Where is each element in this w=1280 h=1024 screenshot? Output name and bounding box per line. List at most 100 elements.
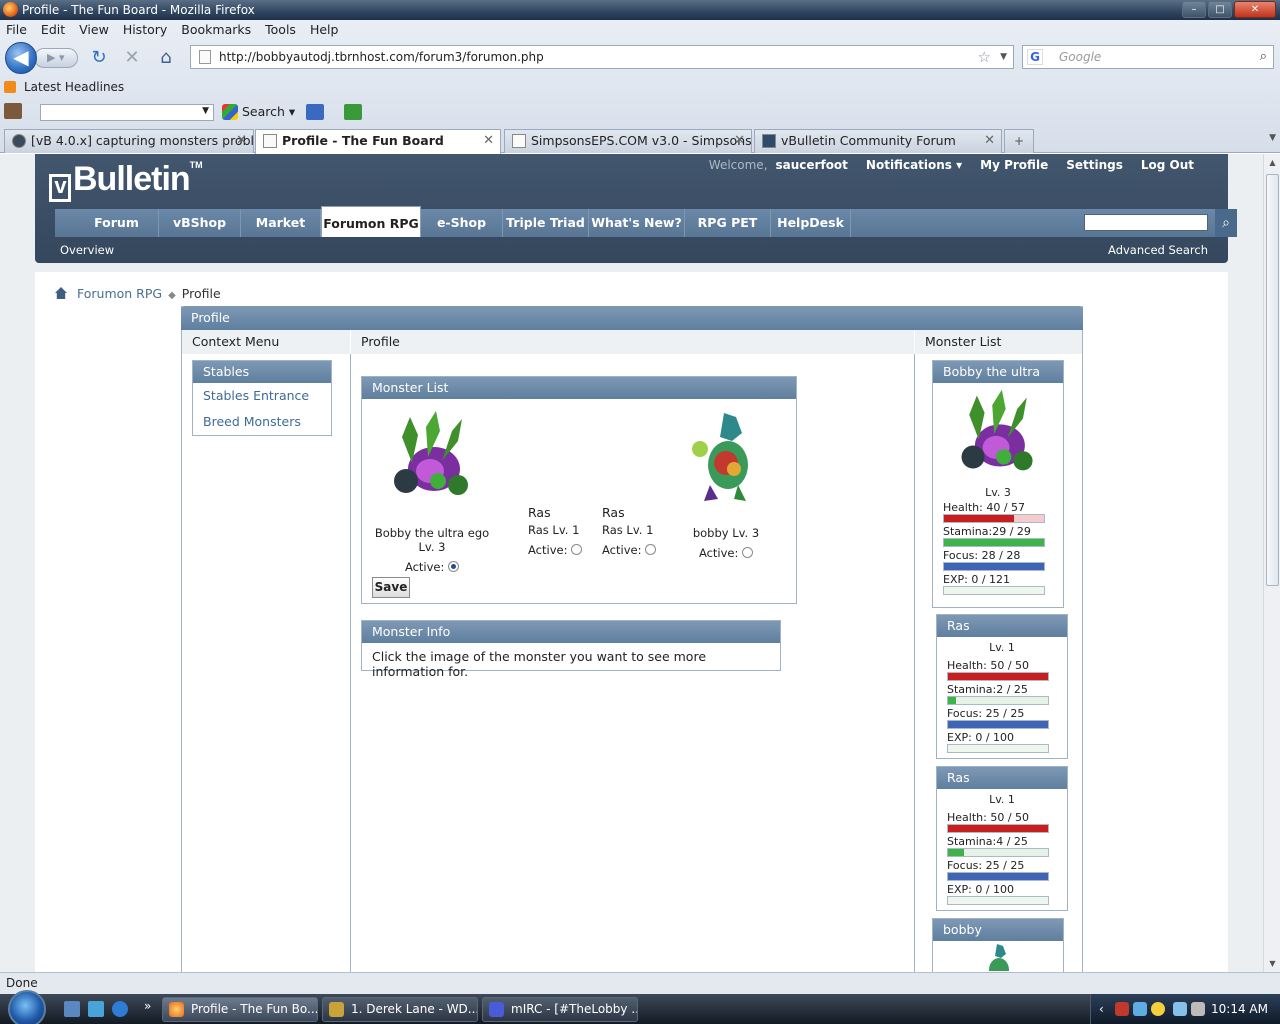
- nav-vbshop[interactable]: vBShop: [159, 209, 241, 237]
- subnav-overview[interactable]: Overview: [60, 240, 114, 260]
- save-button[interactable]: Save: [372, 577, 410, 598]
- log-out-link[interactable]: Log Out: [1141, 158, 1194, 172]
- scrollbar-thumb[interactable]: [1266, 174, 1279, 586]
- nav-triple-triad[interactable]: Triple Triad: [503, 209, 589, 237]
- nav-helpdesk[interactable]: HelpDesk: [771, 209, 851, 237]
- monster-card[interactable]: Bobby the ultra ego Lv. 3 Health: 40 / 5…: [932, 360, 1064, 608]
- hydra-monster-image[interactable]: [950, 383, 1046, 481]
- taskbar-item-mirc[interactable]: mIRC - [#TheLobby ...: [482, 997, 638, 1022]
- tab-vbulletin-community[interactable]: vBulletin Community Forum ✕: [754, 129, 1002, 153]
- taskbar-item-firefox[interactable]: Profile - The Fun Bo...: [162, 997, 318, 1022]
- menu-edit[interactable]: Edit: [41, 20, 65, 40]
- tab-simpsonseps[interactable]: SimpsonsEPS.COM v3.0 - Simpsons... ✕: [504, 129, 752, 153]
- maximize-button[interactable]: □: [1208, 1, 1232, 18]
- network-icon[interactable]: [1173, 1002, 1187, 1016]
- username-link[interactable]: saucerfoot: [776, 158, 848, 172]
- dragon-monster-image[interactable]: [686, 407, 766, 503]
- active-radio[interactable]: [742, 547, 754, 558]
- tray-expand-icon[interactable]: ‹: [1099, 994, 1104, 1024]
- home-icon[interactable]: ⌂: [155, 47, 177, 69]
- stables-entrance-link[interactable]: Stables Entrance: [193, 383, 331, 409]
- headlines-label[interactable]: Latest Headlines: [24, 80, 124, 94]
- switch-windows-icon[interactable]: [88, 1001, 104, 1017]
- stop-icon[interactable]: ✕: [121, 47, 143, 69]
- nav-eshop[interactable]: e-Shop: [421, 209, 503, 237]
- search-bar[interactable]: G Google ⌕: [1022, 45, 1274, 69]
- url-bar[interactable]: http://bobbyautodj.tbrnhost.com/forum3/f…: [190, 45, 1014, 69]
- chart-icon[interactable]: [344, 104, 362, 120]
- close-tab-icon[interactable]: ✕: [734, 130, 745, 152]
- tab-list-icon[interactable]: ▼: [1269, 133, 1276, 143]
- internet-explorer-icon[interactable]: [112, 1001, 128, 1017]
- menu-bookmarks[interactable]: Bookmarks: [181, 20, 251, 40]
- stat-label: EXP: 0 / 100: [947, 731, 1015, 744]
- close-tab-icon[interactable]: ✕: [236, 130, 247, 152]
- tray-app-icon[interactable]: [1115, 1002, 1129, 1016]
- advanced-search-link[interactable]: Advanced Search: [1108, 240, 1208, 260]
- new-tab-button[interactable]: +: [1004, 129, 1034, 153]
- addon-search-button[interactable]: Search ▾: [222, 103, 295, 121]
- monster-card[interactable]: Ras Lv. 1 Health: 50 / 50 Stamina:4 / 25 F…: [936, 766, 1068, 911]
- menu-help[interactable]: Help: [310, 20, 339, 40]
- tab-profile[interactable]: Profile - The Fun Board ✕: [255, 129, 501, 154]
- url-dropdown-icon[interactable]: ▼: [1000, 46, 1007, 68]
- monster-card[interactable]: bobby: [932, 918, 1064, 972]
- quicklaunch-more-icon[interactable]: »: [144, 999, 151, 1013]
- addon-search-label[interactable]: Search: [242, 104, 285, 119]
- active-radio[interactable]: [645, 544, 657, 555]
- start-button[interactable]: [8, 990, 46, 1024]
- menu-file[interactable]: File: [6, 20, 27, 40]
- breadcrumb-forumon-rpg[interactable]: Forumon RPG: [77, 286, 162, 301]
- search-icon[interactable]: ⌕: [1260, 46, 1267, 68]
- monitor-icon[interactable]: [306, 104, 324, 120]
- taskbar-item-winamp[interactable]: 1. Derek Lane - WD...: [322, 997, 478, 1022]
- notifications-link[interactable]: Notifications ▾: [866, 158, 962, 172]
- tray-app-icon[interactable]: [1133, 1002, 1147, 1016]
- nav-market[interactable]: Market: [241, 209, 321, 237]
- reload-icon[interactable]: ↻: [88, 47, 110, 69]
- menu-tools[interactable]: Tools: [265, 20, 296, 40]
- close-window-button[interactable]: ✕: [1234, 1, 1276, 18]
- url-text[interactable]: http://bobbyautodj.tbrnhost.com/forum3/f…: [219, 50, 544, 64]
- clock[interactable]: 10:14 AM: [1211, 994, 1268, 1024]
- google-icon[interactable]: G: [1027, 49, 1043, 65]
- menu-view[interactable]: View: [79, 20, 109, 40]
- site-search-button[interactable]: ⌕: [1215, 209, 1237, 237]
- nav-forumon-rpg[interactable]: Forumon RPG: [321, 206, 421, 237]
- show-desktop-icon[interactable]: [64, 1001, 80, 1017]
- settings-link[interactable]: Settings: [1066, 158, 1123, 172]
- nav-whats-new[interactable]: What's New?: [589, 209, 685, 237]
- stat-bar: [947, 672, 1049, 681]
- breed-monsters-link[interactable]: Breed Monsters: [193, 409, 331, 435]
- home-icon[interactable]: [55, 287, 67, 299]
- monster-slot[interactable]: Bobby the ultra ego Lv. 3 Active:: [372, 407, 492, 574]
- scroll-up-icon[interactable]: ▲: [1264, 154, 1280, 171]
- hydra-monster-image[interactable]: [382, 407, 482, 503]
- back-button[interactable]: ◀: [5, 42, 37, 74]
- minimize-button[interactable]: –: [1182, 1, 1206, 18]
- monster-card[interactable]: Ras Lv. 1 Health: 50 / 50 Stamina:2 / 25 F…: [936, 614, 1068, 759]
- vertical-scrollbar[interactable]: ▲ ▼: [1263, 154, 1280, 972]
- active-radio[interactable]: [448, 561, 460, 572]
- menu-history[interactable]: History: [123, 20, 167, 40]
- nav-forum[interactable]: Forum: [75, 209, 159, 237]
- moon-icon[interactable]: [1151, 1002, 1165, 1016]
- monster-list-box: Monster List Bobby the ultra ego Lv. 3 A…: [361, 376, 797, 604]
- bookmark-latest-headlines[interactable]: Latest Headlines: [0, 77, 124, 97]
- forward-button[interactable]: ▶ ▾: [34, 48, 78, 68]
- stat-bar-fill: [944, 563, 1044, 570]
- monster-slot[interactable]: bobby Lv. 3 Active:: [666, 407, 786, 560]
- vbulletin-logo[interactable]: v BulletinTM: [49, 160, 203, 202]
- close-tab-icon[interactable]: ✕: [984, 130, 995, 152]
- site-search-input[interactable]: [1084, 214, 1208, 231]
- tab-vb-capturing[interactable]: [vB 4.0.x] capturing monsters probl... ✕: [4, 129, 254, 153]
- my-profile-link[interactable]: My Profile: [980, 158, 1048, 172]
- close-tab-icon[interactable]: ✕: [483, 130, 494, 152]
- nav-rpg-pet[interactable]: RPG PET: [685, 209, 771, 237]
- addon-select[interactable]: ▼: [40, 104, 214, 121]
- bookmark-star-icon[interactable]: ☆: [978, 46, 991, 68]
- volume-icon[interactable]: [1191, 1002, 1205, 1016]
- addon-icon[interactable]: [4, 103, 22, 119]
- dragon-monster-image[interactable]: [978, 941, 1018, 972]
- scroll-down-icon[interactable]: ▼: [1264, 955, 1280, 972]
